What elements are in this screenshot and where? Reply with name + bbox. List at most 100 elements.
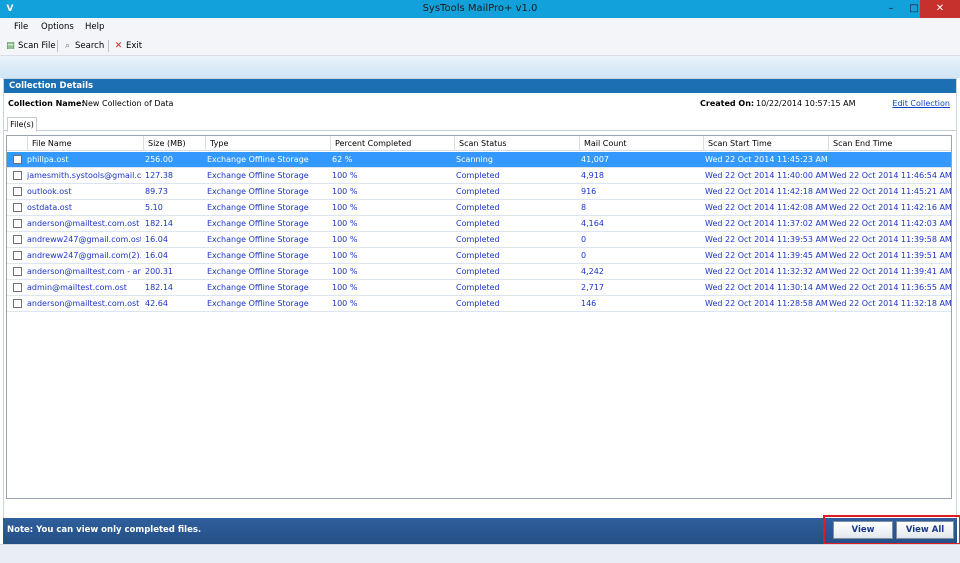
collection-name-label: Collection Name:: [8, 99, 85, 108]
cell-end-time: [829, 152, 951, 168]
tab-strip: File(s): [4, 117, 956, 132]
header-size[interactable]: Size (MB): [143, 136, 205, 151]
cell-end-time: Wed 22 Oct 2014 11:39:51 AM: [829, 251, 951, 260]
cell-mail-count: 0: [581, 235, 587, 244]
row-checkbox[interactable]: [13, 155, 22, 164]
cell-size: 256.00: [145, 155, 173, 164]
table-header: File Name Size (MB) Type Percent Complet…: [7, 136, 951, 151]
minimize-button[interactable]: –: [880, 0, 902, 18]
cell-start-time: Wed 22 Oct 2014 11:37:02 AM: [705, 219, 827, 228]
header-end-time[interactable]: Scan End Time: [828, 136, 951, 151]
cell-percent: 100 %: [332, 267, 358, 276]
search-label: Search: [75, 41, 105, 51]
table-row[interactable]: anderson@mailtest.com - an... 200.31 Excha…: [7, 264, 951, 280]
row-checkbox[interactable]: [13, 171, 22, 180]
cell-mail-count: 41,007: [581, 155, 609, 164]
search-button[interactable]: ⌕ Search: [62, 40, 104, 52]
table-row[interactable]: ostdata.ost 5.10 Exchange Offline Storage 1…: [7, 200, 951, 216]
exit-button[interactable]: ✕ Exit: [113, 40, 142, 52]
cell-size: 16.04: [145, 235, 168, 244]
table-row[interactable]: jamesmith.systools@gmail.c... 127.38 Excha…: [7, 168, 951, 184]
header-checkbox[interactable]: [7, 136, 27, 151]
menu-options[interactable]: Options: [41, 22, 74, 32]
cell-scan-status: Completed: [456, 187, 500, 196]
cell-end-time: Wed 22 Oct 2014 11:46:54 AM: [829, 171, 951, 180]
cell-scan-status: Completed: [456, 283, 500, 292]
cell-type: Exchange Offline Storage: [207, 283, 309, 292]
header-start-time[interactable]: Scan Start Time: [703, 136, 828, 151]
cell-percent: 100 %: [332, 171, 358, 180]
header-percent[interactable]: Percent Completed: [330, 136, 454, 151]
cell-scan-status: Completed: [456, 203, 500, 212]
header-scan-status[interactable]: Scan Status: [454, 136, 579, 151]
cell-file-name: outlook.ost: [27, 187, 72, 196]
cell-end-time: Wed 22 Oct 2014 11:39:58 AM: [829, 235, 951, 244]
view-button[interactable]: View: [833, 521, 893, 539]
scan-file-label: Scan File: [18, 41, 56, 51]
scan-file-icon: ▤: [6, 40, 15, 51]
footer-bar: Note: You can view only completed files.…: [3, 515, 960, 545]
table-row[interactable]: admin@mailtest.com.ost 182.14 Exchange Off…: [7, 280, 951, 296]
header-type[interactable]: Type: [205, 136, 330, 151]
cell-end-time: Wed 22 Oct 2014 11:45:21 AM: [829, 187, 951, 196]
table-row[interactable]: outlook.ost 89.73 Exchange Offline Storage…: [7, 184, 951, 200]
cell-size: 16.04: [145, 251, 168, 260]
header-mail-count[interactable]: Mail Count: [579, 136, 703, 151]
table-row[interactable]: phillpa.ost 256.00 Exchange Offline Storag…: [7, 152, 951, 168]
files-table: File Name Size (MB) Type Percent Complet…: [6, 135, 952, 499]
cell-file-name: ostdata.ost: [27, 203, 72, 212]
collection-info: Collection Name: New Collection of Data …: [4, 96, 956, 110]
collection-panel: Collection Details Collection Name: New …: [3, 78, 957, 544]
cell-mail-count: 916: [581, 187, 597, 196]
cell-type: Exchange Offline Storage: [207, 155, 309, 164]
cell-percent: 100 %: [332, 299, 358, 308]
cell-file-name: phillpa.ost: [27, 155, 69, 164]
cell-start-time: Wed 22 Oct 2014 11:42:18 AM: [705, 187, 827, 196]
cell-type: Exchange Offline Storage: [207, 187, 309, 196]
exit-label: Exit: [126, 41, 143, 51]
cell-type: Exchange Offline Storage: [207, 251, 309, 260]
cell-file-name: anderson@mailtest.com.ost: [27, 219, 140, 228]
cell-size: 89.73: [145, 187, 168, 196]
tab-files[interactable]: File(s): [7, 117, 37, 132]
cell-percent: 100 %: [332, 203, 358, 212]
footer-note: Note: You can view only completed files.: [7, 525, 202, 535]
cell-scan-status: Completed: [456, 299, 500, 308]
cell-percent: 100 %: [332, 251, 358, 260]
row-checkbox[interactable]: [13, 203, 22, 212]
view-all-button[interactable]: View All: [896, 521, 954, 539]
menu-bar: File Options Help: [0, 18, 960, 36]
row-checkbox[interactable]: [13, 267, 22, 276]
row-checkbox[interactable]: [13, 283, 22, 292]
table-row[interactable]: andreww247@gmail.com.ost 16.04 Exchange Of…: [7, 232, 951, 248]
cell-percent: 62 %: [332, 155, 353, 164]
cell-file-name: andreww247@gmail.com.ost: [27, 235, 141, 244]
row-checkbox[interactable]: [13, 235, 22, 244]
exit-icon: ✕: [114, 40, 123, 51]
table-row[interactable]: anderson@mailtest.com.ost 182.14 Exchange …: [7, 216, 951, 232]
cell-type: Exchange Offline Storage: [207, 219, 309, 228]
scan-file-button[interactable]: ▤ Scan File: [5, 40, 56, 52]
window-title: SysTools MailPro+ v1.0: [422, 3, 538, 14]
table-row[interactable]: andreww247@gmail.com(2).... 16.04 Exchange…: [7, 248, 951, 264]
created-on-value: 10/22/2014 10:57:15 AM: [756, 99, 856, 108]
collection-name-value: New Collection of Data: [82, 99, 174, 108]
row-checkbox[interactable]: [13, 299, 22, 308]
cell-start-time: Wed 22 Oct 2014 11:39:53 AM: [705, 235, 827, 244]
menu-help[interactable]: Help: [85, 22, 104, 32]
edit-collection-link[interactable]: Edit Collection: [892, 99, 950, 108]
header-file-name[interactable]: File Name: [27, 136, 143, 151]
row-checkbox[interactable]: [13, 219, 22, 228]
cell-file-name: anderson@mailtest.com.ost: [27, 299, 140, 308]
cell-percent: 100 %: [332, 187, 358, 196]
close-button[interactable]: ✕: [920, 0, 960, 18]
toolbar-separator: [57, 40, 58, 52]
row-checkbox[interactable]: [13, 187, 22, 196]
toolbar-separator: [108, 40, 109, 52]
table-row[interactable]: anderson@mailtest.com.ost 42.64 Exchange O…: [7, 296, 951, 312]
menu-file[interactable]: File: [14, 22, 28, 32]
row-checkbox[interactable]: [13, 251, 22, 260]
cell-mail-count: 4,242: [581, 267, 604, 276]
title-bar: V SysTools MailPro+ v1.0 – □ ✕: [0, 0, 960, 18]
cell-mail-count: 146: [581, 299, 597, 308]
